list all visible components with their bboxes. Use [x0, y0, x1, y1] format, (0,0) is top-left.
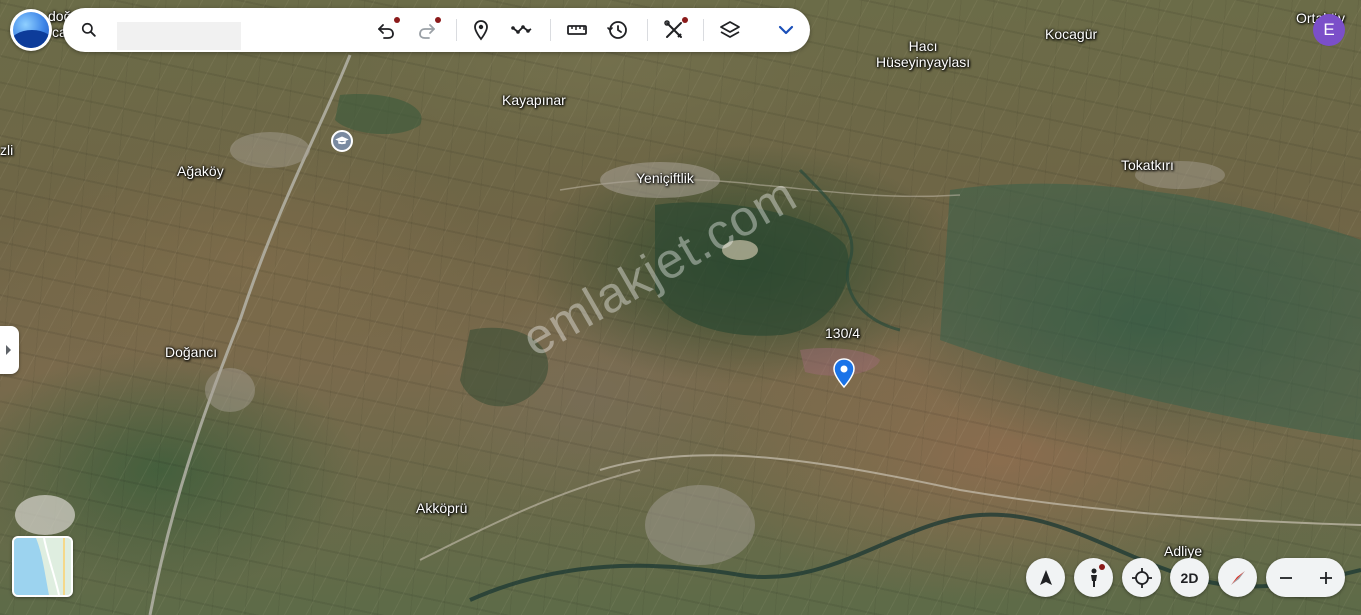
- tools-indicator: [682, 17, 688, 23]
- undo-indicator: [394, 17, 400, 23]
- street-view-button[interactable]: [1074, 558, 1113, 597]
- add-placemark-button[interactable]: [469, 18, 493, 42]
- navigation-arrow-icon: [1039, 569, 1052, 585]
- village-3: [230, 132, 310, 168]
- historical-imagery-button[interactable]: [606, 18, 630, 42]
- tools-button[interactable]: [662, 17, 688, 42]
- expand-panel-button[interactable]: [0, 326, 19, 374]
- globe-icon: [13, 12, 49, 48]
- app-logo[interactable]: [10, 9, 52, 51]
- place-label-kocagur: Kocagür: [1045, 26, 1098, 42]
- search-icon[interactable]: [79, 20, 99, 40]
- quarry: [15, 495, 75, 535]
- place-label-adliye: Adliye: [1164, 543, 1203, 559]
- layers-icon: [720, 21, 740, 38]
- undo-button[interactable]: [374, 17, 400, 42]
- toolbar-divider: [703, 19, 704, 41]
- place-label-haci: Hacı Hüseyinyaylası: [876, 38, 970, 70]
- place-label-zli: zli: [0, 142, 14, 158]
- location-pin-icon[interactable]: [832, 358, 856, 389]
- place-label-akkopru: Akköprü: [416, 500, 468, 516]
- toggle-2d-button[interactable]: 2D: [1170, 558, 1209, 597]
- redo-indicator: [435, 17, 441, 23]
- draw-path-button[interactable]: [510, 18, 534, 42]
- search-input[interactable]: [117, 22, 241, 50]
- minimap[interactable]: [12, 536, 73, 597]
- place-label-tokatkiri: Tokatkırı: [1121, 157, 1174, 173]
- crosshair-icon: [1131, 567, 1152, 588]
- measure-button[interactable]: [565, 18, 589, 42]
- history-icon: [607, 21, 627, 39]
- compass-north-button[interactable]: [1026, 558, 1065, 597]
- top-toolbar: [63, 8, 810, 52]
- compass-icon: [1230, 570, 1245, 585]
- toolbar-divider: [456, 19, 457, 41]
- avatar[interactable]: E: [1313, 14, 1345, 46]
- place-label-doganci: Doğancı: [165, 344, 218, 360]
- zoom-out-button[interactable]: [1266, 558, 1305, 597]
- school-icon[interactable]: [331, 130, 353, 152]
- layers-button[interactable]: [718, 18, 742, 42]
- village: [645, 485, 755, 565]
- ruler-icon: [567, 25, 587, 35]
- place-label-yeniciftlik: Yeniçiftlik: [636, 170, 694, 186]
- place-label-kayapinar: Kayapınar: [502, 92, 566, 108]
- map-features: [15, 54, 1361, 615]
- minus-icon: [1279, 576, 1292, 579]
- path-icon: [511, 25, 532, 34]
- toolbar-divider: [647, 19, 648, 41]
- zoom-in-button[interactable]: [1306, 558, 1345, 597]
- street-view-indicator: [1099, 564, 1105, 570]
- place-label-haci-line2: Hüseyinyaylası: [876, 54, 971, 70]
- village-4: [205, 368, 255, 412]
- expand-toolbar-button[interactable]: [774, 18, 798, 42]
- forest-area-3: [335, 94, 422, 135]
- place-label-haci-line1: Hacı: [908, 38, 938, 54]
- wetland-area: [940, 183, 1361, 440]
- compass-button[interactable]: [1218, 558, 1257, 597]
- plus-icon: [1319, 571, 1332, 584]
- minimap-map: [14, 538, 71, 595]
- satellite-map[interactable]: doğ ca Hacı Hüseyinyaylası Kocagür Ortak…: [0, 0, 1361, 615]
- toolbar-divider: [550, 19, 551, 41]
- pin-icon: [474, 20, 488, 41]
- parcel-label: 130/4: [825, 325, 861, 341]
- redo-button[interactable]: [415, 17, 441, 42]
- my-location-button[interactable]: [1122, 558, 1161, 597]
- chevron-right-icon: [6, 345, 11, 355]
- place-label-agakoy: Ağaköy: [177, 163, 224, 179]
- chevron-down-icon: [778, 25, 794, 35]
- zoom-controls: [1266, 558, 1345, 597]
